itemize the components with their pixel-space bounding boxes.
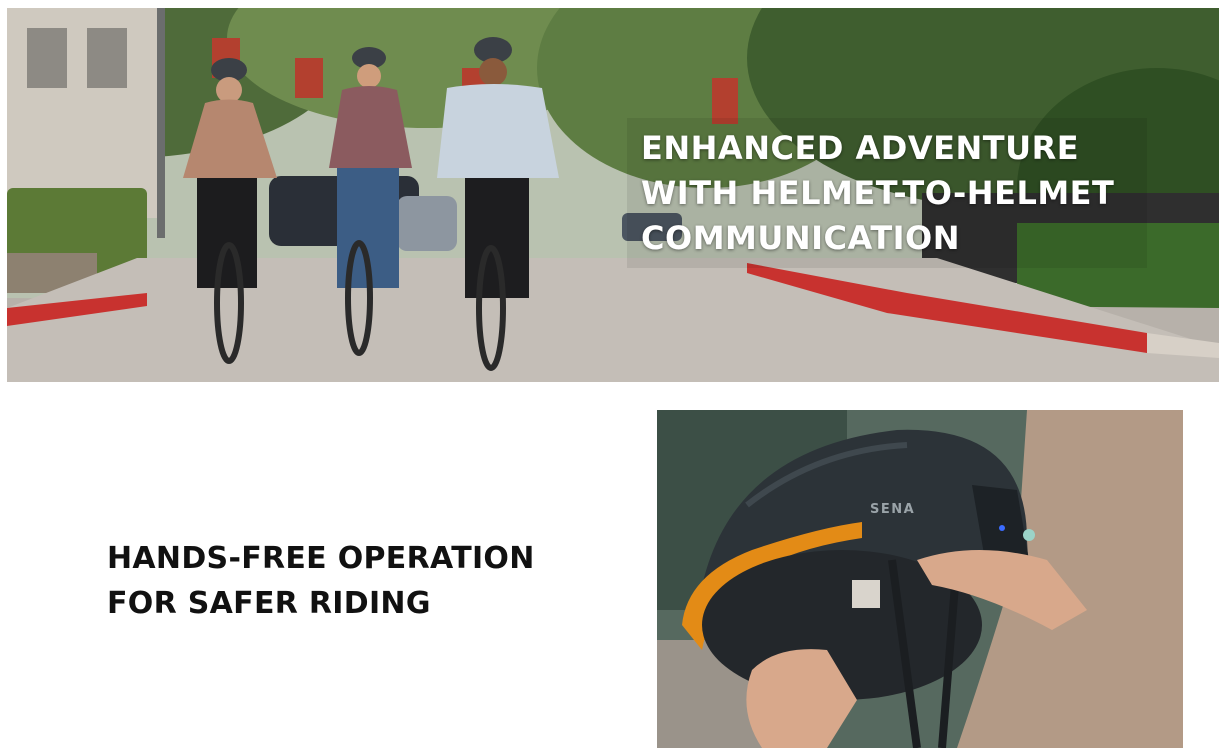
hero-banner: ENHANCED ADVENTURE WITH HELMET-TO-HELMET… [7,8,1219,382]
feature-heading-line-2: FOR SAFER RIDING [107,586,431,621]
hero-headline-line-3: COMMUNICATION [641,219,961,257]
feature-heading-line-1: HANDS-FREE OPERATION [107,541,535,576]
hero-headline-line-1: ENHANCED ADVENTURE [641,129,1080,167]
hero-headline: ENHANCED ADVENTURE WITH HELMET-TO-HELMET… [641,126,1201,261]
hero-headline-line-2: WITH HELMET-TO-HELMET [641,174,1115,212]
page: ENHANCED ADVENTURE WITH HELMET-TO-HELMET… [0,0,1220,751]
helmet-in-hands-photo: SENA [657,410,1183,748]
feature-heading: HANDS-FREE OPERATION FOR SAFER RIDING [107,536,627,626]
helmet-illustration: SENA [657,410,1183,748]
helmet-brand-mark: SENA [870,502,915,517]
